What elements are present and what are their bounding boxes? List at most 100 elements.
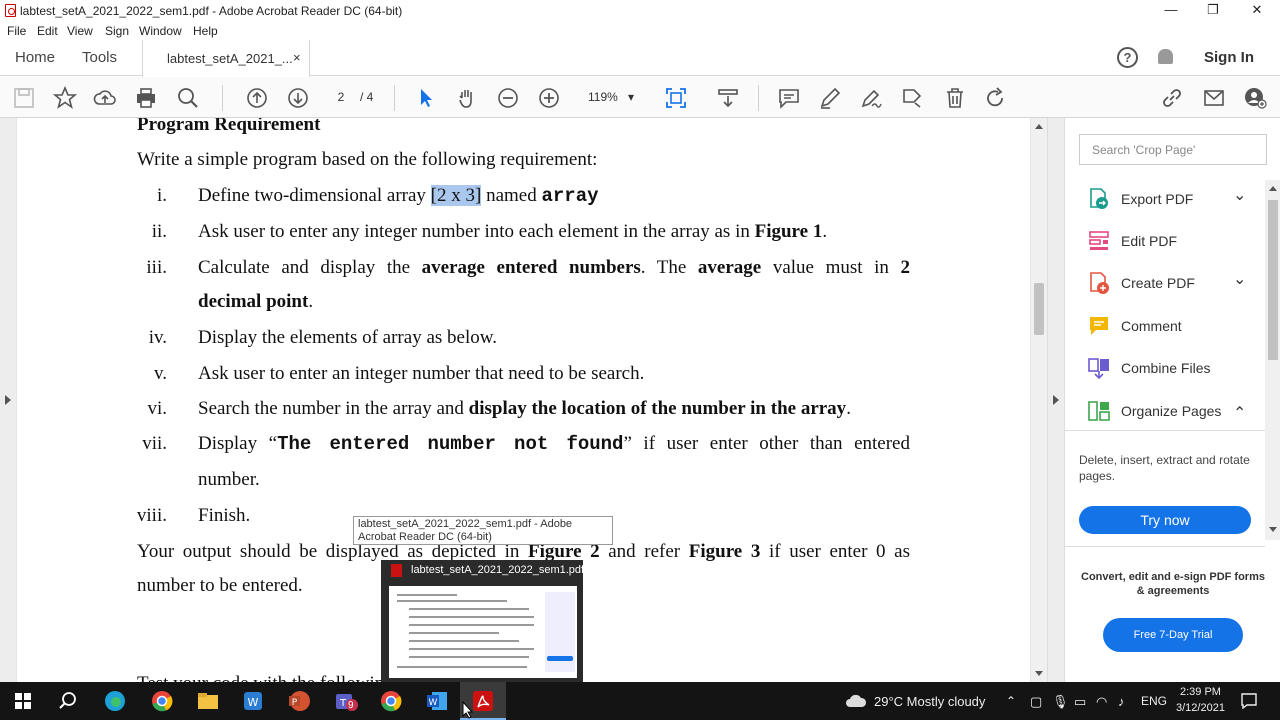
bookmark-star-icon[interactable] [52, 85, 78, 110]
volume-icon[interactable]: ♪ [1118, 694, 1125, 709]
scroll-mode-icon[interactable] [716, 86, 740, 110]
tool-comment[interactable]: Comment [1087, 314, 1267, 340]
selected-text: [2 x 3] [430, 185, 482, 206]
teams-icon[interactable]: T [332, 688, 358, 714]
tool-export-pdf[interactable]: Export PDF ⌄ [1087, 187, 1267, 213]
taskbar-thumbnail-preview[interactable]: labtest_setA_2021_2022_sem1.pdf [381, 560, 584, 682]
chevron-up-icon[interactable]: ⌃ [1006, 694, 1016, 708]
chevron-down-icon[interactable]: ⌄ [1233, 269, 1246, 289]
left-panel-collapse[interactable] [0, 118, 16, 682]
collapse-right-icon[interactable] [1052, 394, 1060, 406]
upload-cloud-icon[interactable] [93, 86, 117, 110]
menu-window[interactable]: Window [139, 24, 182, 38]
tool-edit-pdf[interactable]: Edit PDF [1087, 229, 1267, 255]
close-tab-icon[interactable]: × [293, 50, 301, 65]
battery-icon[interactable]: ▭ [1074, 694, 1086, 710]
notifications-icon[interactable] [1240, 692, 1258, 710]
find-icon[interactable] [176, 86, 200, 110]
tools-search-input[interactable]: Search 'Crop Page' [1079, 134, 1267, 165]
wifi-icon[interactable]: ◠ [1096, 694, 1107, 710]
menu-sign[interactable]: Sign [105, 24, 129, 38]
stamp-icon[interactable] [900, 86, 924, 110]
page-down-icon[interactable] [286, 86, 310, 110]
menu-edit[interactable]: Edit [37, 24, 58, 38]
list-item-continuation: decimal point. [198, 291, 314, 312]
acrobat-app-icon [5, 4, 16, 17]
help-icon[interactable]: ? [1117, 47, 1138, 68]
right-panel-collapse[interactable] [1047, 118, 1064, 682]
page-total: / 4 [360, 90, 374, 104]
windows-start-icon[interactable] [10, 688, 36, 714]
scroll-down-icon[interactable] [1268, 526, 1278, 534]
fit-page-icon[interactable] [664, 86, 688, 110]
word-icon[interactable]: W [424, 688, 450, 714]
scroll-up-icon[interactable] [1034, 122, 1044, 130]
powerpoint-icon[interactable]: P [286, 688, 312, 714]
search-icon[interactable] [55, 688, 81, 714]
menu-view[interactable]: View [67, 24, 93, 38]
item-number: iv. [148, 327, 167, 348]
list-item: Ask user to enter an integer number that… [198, 363, 645, 384]
try-now-button[interactable]: Try now [1079, 506, 1251, 534]
fill-sign-icon[interactable] [859, 86, 883, 110]
print-icon[interactable] [134, 86, 158, 110]
edge-browser-icon[interactable] [102, 688, 128, 714]
highlight-pen-icon[interactable] [818, 86, 842, 110]
minimize-button[interactable]: — [1148, 0, 1194, 22]
scroll-down-icon[interactable] [1034, 670, 1044, 678]
file-explorer-icon[interactable] [195, 688, 221, 714]
acrobat-icon [391, 564, 402, 577]
svg-text:W: W [429, 698, 438, 708]
save-icon[interactable] [12, 86, 36, 110]
item-number: ii. [151, 221, 167, 242]
language-indicator[interactable]: ENG [1141, 694, 1167, 708]
zoom-select[interactable]: 119% ▾ [578, 88, 642, 108]
menu-help[interactable]: Help [193, 24, 218, 38]
zoom-in-icon[interactable] [537, 86, 561, 110]
tab-tools[interactable]: Tools [82, 49, 117, 66]
expand-left-icon[interactable] [4, 394, 12, 406]
chevron-down-icon[interactable]: ⌄ [1233, 185, 1246, 205]
chrome-icon[interactable] [149, 688, 175, 714]
list-item: Display the elements of array as below. [198, 327, 497, 348]
free-trial-button[interactable]: Free 7-Day Trial [1103, 618, 1243, 652]
meet-now-icon[interactable]: ▢ [1030, 694, 1042, 710]
zoom-out-icon[interactable] [496, 86, 520, 110]
scrollbar-thumb[interactable] [1034, 283, 1044, 335]
sign-in-button[interactable]: Sign In [1204, 49, 1254, 66]
document-scrollbar[interactable] [1031, 118, 1047, 682]
add-user-icon[interactable] [1243, 86, 1267, 110]
clock-time[interactable]: 2:39 PM [1180, 686, 1221, 698]
tool-organize-pages[interactable]: Organize Pages ⌃ [1087, 399, 1267, 425]
weather-text[interactable]: 29°C Mostly cloudy [874, 694, 985, 709]
delete-icon[interactable] [943, 86, 967, 110]
page-up-icon[interactable] [245, 86, 269, 110]
tab-document[interactable]: labtest_setA_2021_... × [142, 40, 310, 77]
microphone-icon[interactable]: 🎙 [1052, 694, 1069, 710]
restore-button[interactable]: ❐ [1190, 0, 1236, 22]
promo-text: Convert, edit and e-sign PDF forms & agr… [1081, 571, 1265, 597]
select-cursor-icon[interactable] [414, 86, 438, 110]
rotate-icon[interactable] [983, 86, 1007, 110]
weather-cloud-icon[interactable] [845, 692, 867, 708]
email-icon[interactable] [1202, 86, 1226, 110]
mouse-cursor-icon [462, 701, 474, 719]
scroll-up-icon[interactable] [1268, 184, 1278, 192]
comment-icon[interactable] [777, 86, 801, 110]
scrollbar-thumb[interactable] [1268, 200, 1278, 360]
close-window-button[interactable]: ✕ [1234, 0, 1280, 22]
menu-file[interactable]: File [7, 24, 26, 38]
notification-bell-icon[interactable] [1158, 49, 1173, 64]
tools-pane-scrollbar[interactable] [1265, 180, 1280, 540]
tool-create-pdf[interactable]: Create PDF ⌄ [1087, 271, 1267, 297]
chevron-up-icon[interactable]: ⌃ [1233, 403, 1246, 423]
word-web-icon[interactable]: W [240, 688, 266, 714]
clock-date[interactable]: 3/12/2021 [1176, 702, 1225, 714]
hand-icon[interactable] [455, 86, 479, 110]
tool-combine-files[interactable]: Combine Files [1087, 356, 1267, 382]
page-number-input[interactable]: 2 [326, 88, 356, 108]
svg-text:T: T [339, 698, 347, 709]
share-link-icon[interactable] [1160, 86, 1184, 110]
tab-home[interactable]: Home [15, 49, 55, 66]
chrome-profile-icon[interactable] [378, 688, 404, 714]
